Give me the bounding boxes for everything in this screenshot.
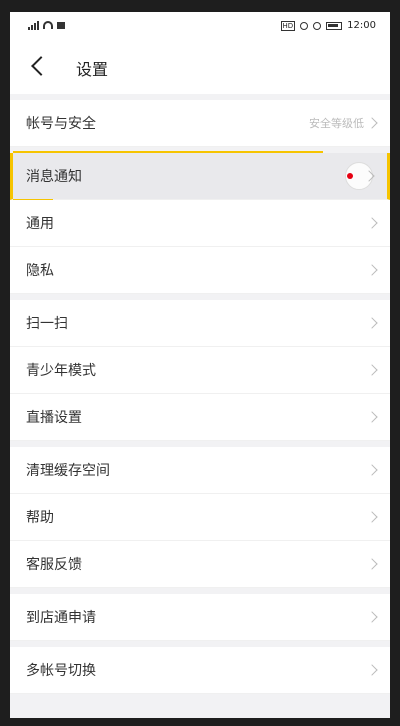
chevron-right-icon [366, 664, 378, 676]
item-label: 青少年模式 [26, 363, 96, 379]
status-bar: HD 12:00 [10, 12, 390, 42]
chevron-right-icon [366, 364, 378, 376]
settings-item-scan[interactable]: 扫一扫 [10, 300, 390, 347]
back-arrow-icon[interactable] [31, 56, 51, 76]
header: 设置 [10, 42, 390, 94]
chevron-right-icon [366, 611, 378, 623]
notification-icon [57, 21, 65, 29]
settings-item-help[interactable]: 帮助 [10, 494, 390, 541]
chevron-right-icon [366, 464, 378, 476]
status-left [28, 20, 65, 30]
item-label: 清理缓存空间 [26, 463, 110, 479]
settings-item-switch-account[interactable]: 多帐号切换 [10, 647, 390, 694]
alarm-icon [300, 21, 309, 30]
chevron-right-icon [366, 317, 378, 329]
battery-icon [326, 21, 343, 30]
item-label: 到店通申请 [26, 610, 96, 626]
settings-item-teen-mode[interactable]: 青少年模式 [10, 347, 390, 394]
chevron-right-icon [366, 264, 378, 276]
item-label: 帐号与安全 [26, 116, 96, 132]
clock: 12:00 [347, 20, 376, 31]
hd-icon: HD [280, 20, 296, 31]
chevron-right-icon [366, 117, 378, 129]
device-frame: HD 12:00 设置 帐号与安全 安全等级低 消息通知 通用 隐私 扫一扫 青… [0, 0, 400, 726]
settings-item-message-notification[interactable]: 消息通知 [10, 151, 390, 201]
page-title: 设置 [76, 60, 109, 79]
security-level-hint: 安全等级低 [309, 117, 364, 130]
settings-item-account-security[interactable]: 帐号与安全 安全等级低 [10, 100, 390, 147]
wifi-icon [43, 21, 53, 29]
settings-item-general[interactable]: 通用 [10, 200, 390, 247]
chevron-right-icon [366, 511, 378, 523]
settings-item-privacy[interactable]: 隐私 [10, 247, 390, 294]
settings-item-store-apply[interactable]: 到店通申请 [10, 594, 390, 641]
item-label: 消息通知 [26, 169, 82, 185]
settings-item-live-settings[interactable]: 直播设置 [10, 394, 390, 441]
chevron-right-icon [366, 411, 378, 423]
settings-item-feedback[interactable]: 客服反馈 [10, 541, 390, 588]
signal-icon [28, 20, 39, 30]
item-label: 扫一扫 [26, 316, 68, 332]
status-right: HD 12:00 [280, 20, 376, 31]
notification-dot-icon [347, 173, 353, 179]
settings-item-clear-cache[interactable]: 清理缓存空间 [10, 447, 390, 494]
settings-list: 帐号与安全 安全等级低 消息通知 通用 隐私 扫一扫 青少年模式 直播设置 清理… [10, 94, 390, 694]
mute-icon [313, 21, 322, 30]
item-label: 客服反馈 [26, 557, 82, 573]
chevron-right-icon [366, 217, 378, 229]
item-label: 直播设置 [26, 410, 82, 426]
item-label: 多帐号切换 [26, 663, 96, 679]
item-label: 隐私 [26, 263, 54, 279]
item-label: 帮助 [26, 510, 54, 526]
chevron-right-icon [366, 558, 378, 570]
item-label: 通用 [26, 216, 54, 232]
screen: HD 12:00 设置 帐号与安全 安全等级低 消息通知 通用 隐私 扫一扫 青… [10, 12, 390, 718]
